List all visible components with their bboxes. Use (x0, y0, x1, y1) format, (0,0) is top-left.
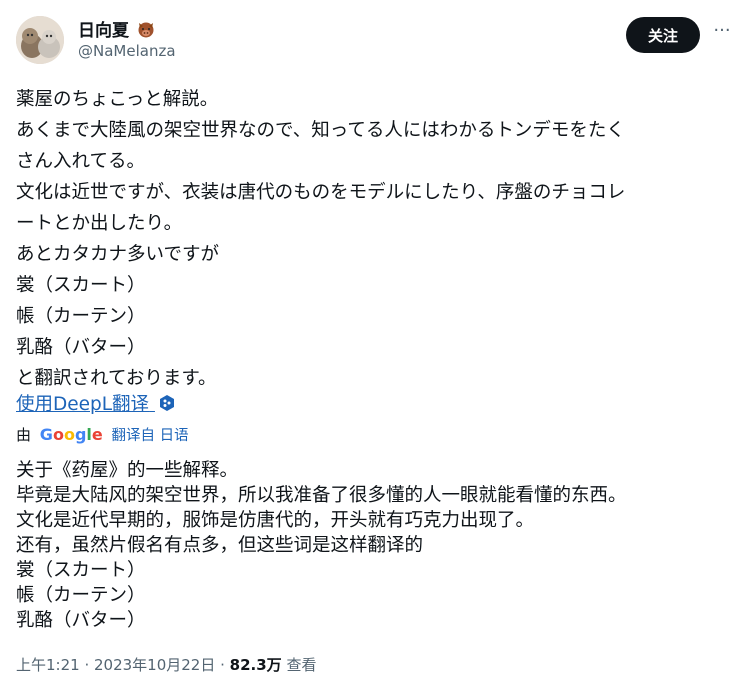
tweet-line: あくまで大陸風の架空世界なので、知ってる人にはわかるトンデモをたく (16, 120, 625, 141)
translation-line: 关于《药屋》的一些解释。 (16, 460, 239, 481)
tweet-header: 日向夏 @NaMelanza 关注 ··· (16, 12, 734, 68)
tweet-line: 帳（カーテン） (16, 306, 146, 327)
tweet-line: あとカタカナ多いですが (16, 244, 219, 265)
tweet-timestamp[interactable]: 上午1:21 · 2023年10月22日 · (16, 656, 230, 674)
avatar[interactable] (16, 16, 64, 64)
views-label: 查看 (286, 656, 317, 674)
more-dots-icon[interactable]: ··· (710, 16, 734, 46)
by-label: 由 (16, 426, 32, 444)
translation-line: 帳（カーテン） (16, 585, 146, 606)
translation-line: 裳（スカート） (16, 560, 146, 581)
tweet-text: 薬屋のちょこっと解説。 あくまで大陸風の架空世界なので、知ってる人にはわかるトン… (16, 84, 738, 394)
deepl-translate-label[interactable]: 使用DeepL翻译 (16, 394, 149, 415)
tweet-line: 乳酪（バター） (16, 337, 146, 358)
translated-by-row: 由 Google 翻译自 日语 (16, 424, 189, 446)
translation-line: 毕竟是大陆风的架空世界，所以我准备了很多懂的人一眼就能看懂的东西。 (16, 485, 627, 506)
follow-button[interactable]: 关注 (626, 17, 700, 53)
tweet-line: 文化は近世ですが、衣装は唐代のものをモデルにしたり、序盤のチョコレ (16, 182, 626, 203)
tweet-line: ートとか出したり。 (16, 213, 183, 234)
view-count: 82.3万 (229, 656, 282, 674)
translated-from-link[interactable]: 翻译自 日语 (112, 428, 189, 444)
google-logo: Google (39, 425, 103, 444)
tweet-line: 薬屋のちょこっと解説。 (16, 89, 219, 110)
author-display-name[interactable]: 日向夏 (78, 21, 129, 41)
translated-text: 关于《药屋》的一些解释。 毕竟是大陆风的架空世界，所以我准备了很多懂的人一眼就能… (16, 458, 738, 633)
boar-face-icon (138, 22, 154, 38)
avatar-image (16, 16, 64, 64)
author-handle[interactable]: @NaMelanza (78, 42, 176, 60)
translation-line: 乳酪（バター） (16, 610, 146, 631)
author-name-row[interactable]: 日向夏 (78, 16, 155, 41)
deepl-translate-link[interactable]: 使用DeepL翻译 (16, 390, 175, 417)
tweet-line: 裳（スカート） (16, 275, 146, 296)
deepl-badge-icon (159, 394, 175, 417)
tweet-meta: 上午1:21 · 2023年10月22日 · 82.3万 查看 (16, 654, 316, 675)
translation-line: 还有，虽然片假名有点多，但这些词是这样翻译的 (16, 535, 424, 556)
tweet-line: さん入れてる。 (16, 151, 145, 172)
translation-line: 文化是近代早期的，服饰是仿唐代的，开头就有巧克力出现了。 (16, 510, 535, 531)
